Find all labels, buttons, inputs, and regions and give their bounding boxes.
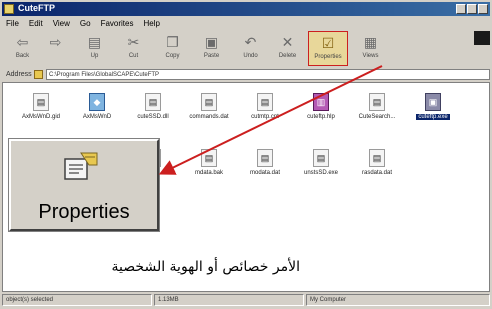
file-item[interactable]: ▤ commands.dat [179,93,239,120]
document-icon: ▤ [369,93,385,111]
arabic-caption: الأمر خصائص أو الهوية الشخصية [111,259,300,275]
help-book-icon: ▥ [313,93,329,111]
file-item[interactable]: ▤ rasdata.dat [347,149,407,176]
file-name: AxMsWnD.gid [21,114,60,120]
undo-label: Undo [243,53,258,59]
undo-icon: ↶ [244,34,257,50]
scissors-icon: ✂ [127,34,140,50]
delete-label: Delete [278,53,297,59]
window-title: CuteFTP [18,3,55,13]
file-item[interactable]: ▤ CuteSearch... [347,93,407,120]
file-item[interactable]: ▤ cuteSSD.dll [123,93,183,120]
properties-label: Properties [314,54,342,60]
back-button[interactable]: ⇦ Back [6,31,39,66]
address-input[interactable]: C:\Program Files\GlobalSCAPE\CuteFTP [46,69,490,80]
toolbar: ⇦ Back ⇨ ▤ Up ✂ Cut ❐ Copy ▣ Paste ↶ Und… [2,31,472,68]
properties-button[interactable]: ☑ Properties [308,31,348,66]
maximize-button[interactable] [467,4,477,14]
forward-arrow-icon: ⇨ [49,34,62,50]
app-icon [4,4,14,14]
file-item[interactable]: ▤ mdata.bak [179,149,239,176]
up-button[interactable]: ▤ Up [78,31,111,66]
properties-icon: ☑ [321,35,335,51]
views-button[interactable]: ▦ Views [354,31,387,66]
document-icon: ▤ [313,149,329,167]
explorer-window: CuteFTP File Edit View Go Favorites Help… [0,0,492,309]
close-button[interactable] [478,4,488,14]
file-name: rasdata.dat [361,170,393,176]
status-location: My Computer [306,294,490,306]
file-item[interactable]: ▥ cuteftp.hlp [291,93,351,120]
menu-go[interactable]: Go [80,19,91,28]
menu-file[interactable]: File [6,19,19,28]
forward-button[interactable]: ⇨ [39,31,72,66]
menu-view[interactable]: View [53,19,70,28]
delete-icon: ✕ [281,34,294,50]
paste-button[interactable]: ▣ Paste [195,31,228,66]
title-bar[interactable]: CuteFTP [2,2,490,16]
up-folder-icon: ▤ [87,34,102,50]
file-name: cuteftp.exe [416,114,450,120]
menu-favorites[interactable]: Favorites [101,19,134,28]
address-bar: Address C:\Program Files\GlobalSCAPE\Cut… [2,68,490,81]
document-icon: ▤ [369,149,385,167]
document-icon: ◆ [89,93,105,111]
file-item[interactable]: ▤ AxMsWnD.gid [11,93,71,120]
copy-button[interactable]: ❐ Copy [156,31,189,66]
file-item[interactable]: ▤ unstsSD.exe [291,149,351,176]
document-icon: ▤ [257,93,273,111]
windows-logo-throbber [474,31,490,45]
document-icon: ▤ [145,93,161,111]
file-item[interactable]: ▣ cuteftp.exe [403,93,463,120]
minimize-button[interactable] [456,4,466,14]
computer-icon: ▣ [425,93,441,111]
back-label: Back [15,53,30,59]
file-name: commands.dat [189,114,229,120]
undo-button[interactable]: ↶ Undo [234,31,267,66]
menu-edit[interactable]: Edit [29,19,43,28]
paste-label: Paste [203,53,220,59]
views-label: Views [362,53,379,59]
callout-label: Properties [38,201,130,223]
file-name: cutmtp.cnt [251,114,279,120]
copy-icon: ❐ [166,34,179,50]
up-label: Up [90,53,99,59]
file-item[interactable]: ◆ AxMsWnD [67,93,127,120]
status-selection: object(s) selected [2,294,152,306]
menu-bar: File Edit View Go Favorites Help [2,17,490,30]
properties-icon [64,152,98,180]
properties-callout: Properties [9,139,159,231]
back-arrow-icon: ⇦ [16,34,29,50]
cut-button[interactable]: ✂ Cut [117,31,150,66]
file-item[interactable]: ▤ modata.dat [235,149,295,176]
delete-button[interactable]: ✕ Delete [271,31,304,66]
file-name: AxMsWnD [82,114,112,120]
file-name: mdata.bak [194,170,224,176]
document-icon: ▤ [201,149,217,167]
document-icon: ▤ [257,149,273,167]
cut-label: Cut [128,53,139,59]
file-name: cuteSSD.dll [137,114,169,120]
folder-icon [34,70,43,79]
file-name: modata.dat [249,170,281,176]
menu-help[interactable]: Help [143,19,159,28]
paste-icon: ▣ [204,34,219,50]
window-controls [456,4,488,14]
views-icon: ▦ [363,34,378,50]
file-name: cuteftp.hlp [307,114,335,120]
file-name: unstsSD.exe [303,170,339,176]
file-name: CuteSearch... [358,114,396,120]
status-bar: object(s) selected 1.13MB My Computer [2,294,490,307]
file-item[interactable]: ▤ cutmtp.cnt [235,93,295,120]
document-icon: ▤ [33,93,49,111]
document-icon: ▤ [201,93,217,111]
copy-label: Copy [165,53,180,59]
address-label: Address [6,71,32,78]
status-size: 1.13MB [154,294,304,306]
